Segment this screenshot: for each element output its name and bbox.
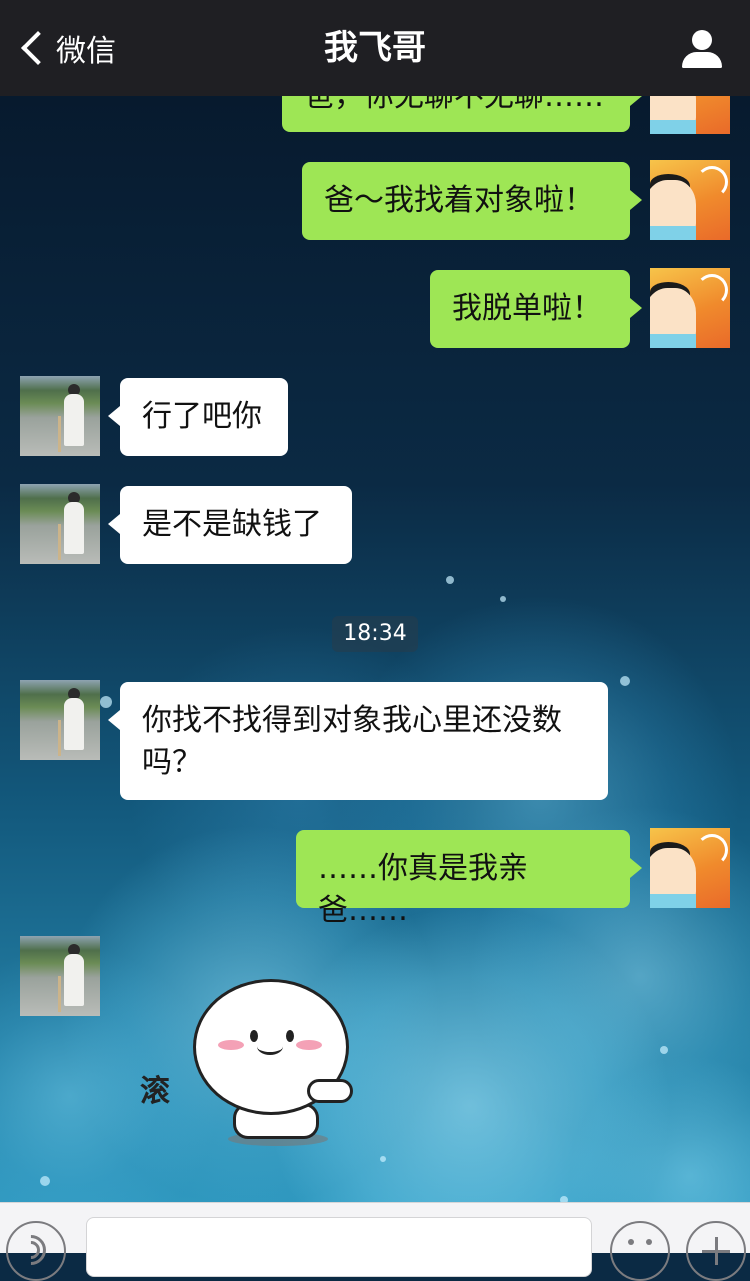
background-sparkle xyxy=(40,1176,50,1186)
emoji-eye xyxy=(628,1239,634,1245)
message-bubble-mine[interactable]: 我脱单啦！ xyxy=(430,270,642,348)
profile-icon-head xyxy=(692,30,712,50)
sticker-pointing-hand xyxy=(310,1082,350,1100)
avatar-figure xyxy=(64,502,84,554)
profile-icon-body xyxy=(682,52,722,68)
background-sparkle xyxy=(446,576,454,584)
sticker-eye xyxy=(286,1030,294,1042)
sticker-text: 滚 xyxy=(140,1074,170,1109)
avatar-shirt xyxy=(650,334,696,348)
avatar-shirt xyxy=(650,226,696,240)
avatar-figure xyxy=(64,698,84,750)
sticker-mouth xyxy=(257,1038,283,1055)
avatar-swirl xyxy=(696,274,728,306)
avatar-cane xyxy=(58,976,61,1012)
avatar-swirl xyxy=(696,166,728,198)
avatar-cane xyxy=(58,416,61,452)
contact-avatar[interactable] xyxy=(20,484,100,564)
message-bubble-contact[interactable]: 行了吧你 xyxy=(108,378,288,456)
message-text: 是不是缺钱了 xyxy=(142,507,322,542)
contact-avatar[interactable] xyxy=(20,376,100,456)
avatar-cane xyxy=(58,524,61,560)
emoji-icon[interactable] xyxy=(610,1221,670,1281)
voice-wave xyxy=(9,1228,53,1272)
avatar-cane xyxy=(58,720,61,756)
background-sparkle xyxy=(500,596,506,602)
avatar-figure xyxy=(64,954,84,1006)
message-bubble-mine[interactable]: ……你真是我亲爸…… xyxy=(296,830,642,928)
background-sparkle xyxy=(660,1046,668,1054)
my-avatar[interactable] xyxy=(650,268,730,348)
avatar-shirt xyxy=(650,120,696,134)
plus-vertical xyxy=(715,1237,718,1265)
sticker-blush xyxy=(218,1040,244,1050)
message-bubble-contact[interactable]: 是不是缺钱了 xyxy=(108,486,352,564)
contact-avatar[interactable] xyxy=(20,936,100,1016)
nav-bar-overlay: 微信 我飞哥 xyxy=(0,0,750,96)
sticker-message[interactable]: 滚 xyxy=(140,982,360,1152)
contact-avatar[interactable] xyxy=(20,680,100,760)
profile-icon[interactable] xyxy=(680,30,724,70)
background-sparkle xyxy=(620,676,630,686)
message-text: 我脱单啦！ xyxy=(452,291,602,326)
voice-icon[interactable] xyxy=(6,1221,66,1281)
background-sparkle xyxy=(100,696,112,708)
avatar-shirt xyxy=(650,894,696,908)
plus-icon[interactable] xyxy=(686,1221,746,1281)
chat-title: 我飞哥 xyxy=(324,28,426,68)
message-text: 爸～我找着对象啦！ xyxy=(324,183,594,218)
my-avatar[interactable] xyxy=(650,160,730,240)
message-bubble-contact[interactable]: 你找不找得到对象我心里还没数吗？ xyxy=(108,682,608,800)
message-bubble-mine[interactable]: 爸～我找着对象啦！ xyxy=(302,162,642,240)
message-text: 行了吧你 xyxy=(142,399,262,434)
emoji-eye xyxy=(646,1239,652,1245)
background-sparkle xyxy=(380,1156,386,1162)
sticker-blush xyxy=(296,1040,322,1050)
message-text: 你找不找得到对象我心里还没数吗？ xyxy=(142,703,562,780)
input-bar xyxy=(0,1202,750,1281)
avatar-swirl xyxy=(696,834,728,866)
message-input[interactable] xyxy=(86,1217,592,1277)
message-timestamp: 18:34 xyxy=(332,616,418,652)
my-avatar[interactable] xyxy=(650,828,730,908)
avatar-figure xyxy=(64,394,84,446)
